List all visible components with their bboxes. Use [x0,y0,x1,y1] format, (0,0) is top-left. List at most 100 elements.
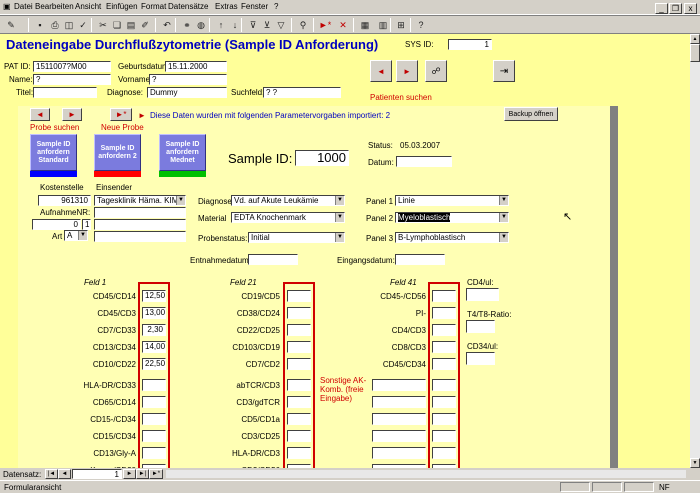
free-entry-label-field[interactable] [372,430,426,442]
free-entry-value-field[interactable] [432,447,456,459]
free-entry-label-field[interactable] [372,413,426,425]
free-entry-value-field[interactable] [432,379,456,391]
suchfeld-field[interactable]: ? ? [263,87,341,98]
free-entry-value-field[interactable] [432,413,456,425]
dropdown-arrow-icon[interactable]: ▼ [499,196,508,205]
new-probe-button[interactable]: ►* [110,108,132,121]
diagnose2-dropdown[interactable]: Vd. auf Akute Leukämie ▼ [231,195,345,206]
filter-by-form-icon[interactable]: ⊻ [260,18,274,32]
menu-help[interactable]: ? [274,2,278,11]
sample-id-standard-button[interactable]: Sample ID anfordern Standard [30,134,77,171]
geburtsdatum-field[interactable]: 15.11.2000 [165,61,227,72]
feld-value-field[interactable]: 12,50 [142,290,166,302]
new-record-button[interactable]: ►* [149,469,163,479]
design-view-icon[interactable]: ✎ [4,18,18,32]
feld-value-field[interactable]: 2,30 [142,324,166,336]
diagnose-field[interactable]: Dummy [147,87,227,98]
print-icon[interactable]: ⎙ [48,18,62,32]
feld-value-field[interactable] [287,430,311,442]
aufnahme-suffix-field[interactable]: 1 [82,219,91,230]
next-patient-button[interactable]: ► [396,60,418,82]
einsender-dropdown[interactable]: Tagesklinik Häma. KIM ▼ [94,195,186,206]
new-record-icon[interactable]: ►* [318,18,332,32]
free-entry-value-field[interactable] [432,396,456,408]
dropdown-arrow-icon[interactable]: ▼ [499,233,508,242]
datum-field[interactable] [396,156,452,167]
sys-id-field[interactable]: 1 [448,39,492,50]
apply-filter-icon[interactable]: ▽ [274,18,288,32]
restore-button[interactable]: ❐ [669,3,682,14]
record-number-field[interactable]: 1 [72,469,122,479]
insert-hyperlink-icon[interactable]: ⚭ [180,18,194,32]
dropdown-arrow-icon[interactable]: ▼ [335,233,344,242]
feld-value-field[interactable] [432,341,456,353]
cd34-field[interactable] [466,352,495,365]
close-button[interactable]: x [684,3,697,14]
dropdown-arrow-icon[interactable]: ▼ [335,213,344,222]
feld-value-field[interactable] [287,307,311,319]
feld-value-field[interactable] [287,341,311,353]
name-field[interactable]: ? [33,74,111,85]
art-dropdown[interactable]: A ▼ [64,230,88,241]
exit-button[interactable]: ⇥ [493,60,515,82]
dropdown-arrow-icon[interactable]: ▼ [499,213,508,222]
titel-field[interactable] [33,87,97,98]
feld-value-field[interactable] [287,413,311,425]
spellcheck-icon[interactable]: ✓ [76,18,90,32]
vertical-scrollbar[interactable]: ▲ ▼ [690,34,700,468]
free-entry-label-field[interactable] [372,379,426,391]
horizontal-scrollbar[interactable] [166,470,686,478]
feld-value-field[interactable] [287,324,311,336]
paste-icon[interactable]: ▤ [124,18,138,32]
dropdown-arrow-icon[interactable]: ▼ [78,231,87,240]
database-window-icon[interactable]: ▥ [376,18,390,32]
probe-next-button[interactable]: ► [62,108,82,121]
menu-extras[interactable]: Extras [215,2,238,11]
feld-value-field[interactable]: 22,50 [142,358,166,370]
menu-ansicht[interactable]: Ansicht [75,2,101,11]
sample-id-field[interactable]: 1000 [295,150,349,166]
feld-value-field[interactable] [287,447,311,459]
scroll-down-icon[interactable]: ▼ [690,458,700,468]
format-painter-icon[interactable]: ✐ [138,18,152,32]
minimize-button[interactable]: _ [655,3,668,14]
menu-format[interactable]: Format [141,2,166,11]
prev-record-button[interactable]: ◄ [58,469,71,479]
web-toolbar-icon[interactable]: ◍ [194,18,208,32]
t4t8-field[interactable] [466,320,495,333]
sample-id-2-button[interactable]: Sample ID anfordern 2 [94,134,141,171]
menu-datei[interactable]: Datei [14,2,33,11]
cut-icon[interactable]: ✂ [96,18,110,32]
feld-value-field[interactable] [287,290,311,302]
menu-bearbeiten[interactable]: Bearbeiten [35,2,74,11]
dropdown-arrow-icon[interactable]: ▼ [176,196,185,205]
feld-value-field[interactable] [432,307,456,319]
free-entry-value-field[interactable] [432,430,456,442]
feld-value-field[interactable] [142,413,166,425]
vorname-field[interactable]: ? [149,74,227,85]
eingangsdatum-field[interactable] [395,254,445,265]
menu-datensaetze[interactable]: Datensätze [168,2,208,11]
backup-button[interactable]: Backup öffnen [504,107,558,121]
copy-icon[interactable]: ❏ [110,18,124,32]
print-preview-icon[interactable]: ◫ [62,18,76,32]
feld-value-field[interactable] [142,379,166,391]
aufnahme-extra-field-3[interactable] [94,231,186,242]
scroll-thumb[interactable] [690,44,700,62]
prev-patient-button[interactable]: ◄ [370,60,392,82]
feld-value-field[interactable] [287,396,311,408]
save-icon[interactable]: ▪ [33,18,47,32]
help-icon[interactable]: ? [414,18,428,32]
properties-icon[interactable]: ▦ [358,18,372,32]
feld-value-field[interactable] [142,447,166,459]
pat-id-field[interactable]: 1511007?M00 [33,61,111,72]
feld-value-field[interactable]: 14,00 [142,341,166,353]
find-icon[interactable]: ⚲ [296,18,310,32]
menu-einfuegen[interactable]: Einfügen [106,2,138,11]
kostenstelle-field[interactable]: 961310 [38,195,91,206]
aufnahme-extra-field[interactable] [94,207,186,218]
material-dropdown[interactable]: EDTA Knochenmark ▼ [231,212,345,223]
scroll-up-icon[interactable]: ▲ [690,34,700,44]
entnahmedatum-field[interactable] [248,254,298,265]
probe-prev-button[interactable]: ◄ [30,108,50,121]
